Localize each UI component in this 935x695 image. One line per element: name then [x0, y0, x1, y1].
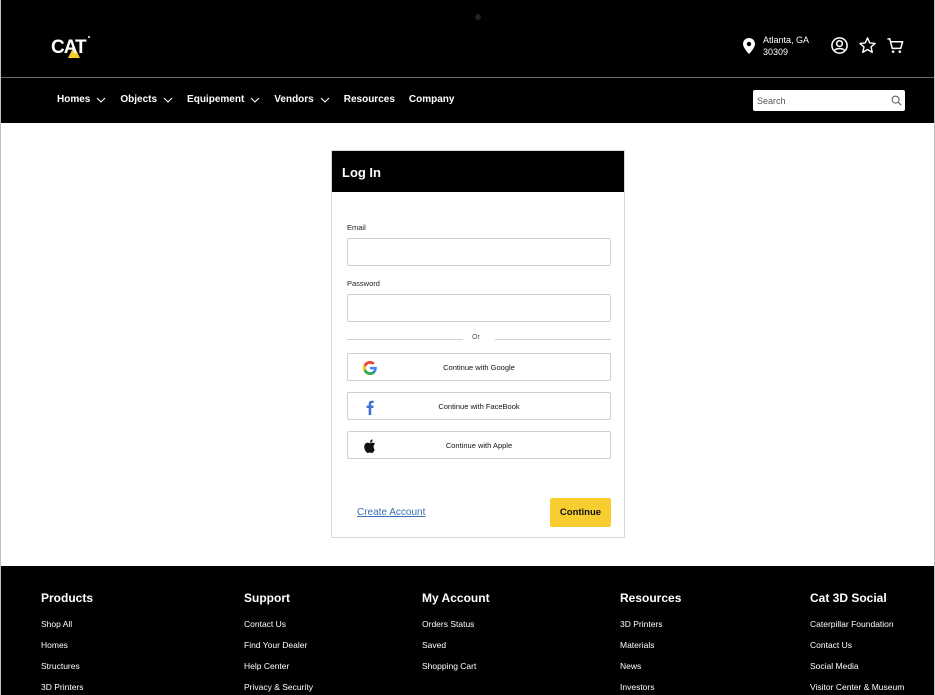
footer-link[interactable]: News [620, 661, 681, 671]
search-box [753, 90, 905, 111]
location-text: Atlanta, GA 30309 [763, 34, 809, 58]
footer-column-title: Support [244, 591, 290, 605]
nav-item-objects[interactable]: Objects [120, 94, 173, 105]
footer-link[interactable]: Homes [41, 640, 93, 650]
facebook-icon [366, 400, 374, 415]
divider-line [495, 339, 611, 340]
page-frame: CAT Atlanta, GA 30309 Homes Objects Equi… [0, 0, 935, 695]
footer-column-title: Resources [620, 591, 682, 605]
or-divider: Or [347, 334, 611, 344]
google-button-label: Continue with Google [443, 362, 515, 372]
location-selector[interactable]: Atlanta, GA 30309 [743, 34, 809, 58]
footer-column-support: Support Contact Us Find Your Dealer Help… [244, 591, 313, 695]
logo-text: CAT [51, 37, 87, 58]
footer-column-my-account: My Account Orders Status Saved Shopping … [422, 591, 490, 682]
footer-link[interactable]: Find Your Dealer [244, 640, 313, 650]
continue-with-apple-button[interactable]: Continue with Apple [347, 431, 611, 459]
nav-item-homes[interactable]: Homes [57, 94, 106, 105]
footer-link[interactable]: Orders Status [422, 619, 490, 629]
footer-column-title: My Account [422, 591, 490, 605]
nav-label: Homes [57, 94, 91, 105]
nav-label: Company [408, 94, 455, 105]
chevron-down-icon [250, 97, 260, 103]
location-pin-icon [743, 38, 755, 54]
search-input[interactable] [757, 91, 885, 110]
footer-link[interactable]: Shopping Cart [422, 661, 490, 671]
header-icons [830, 36, 905, 55]
chevron-down-icon [163, 97, 173, 103]
password-label: Password [347, 279, 380, 288]
cat-logo[interactable]: CAT [51, 34, 91, 58]
top-header: CAT Atlanta, GA 30309 [1, 0, 934, 77]
chevron-down-icon [320, 97, 330, 103]
nav-item-equipement[interactable]: Equipement [187, 94, 260, 105]
nav-items: Homes Objects Equipement Vendors Resourc… [57, 94, 468, 105]
nav-item-vendors[interactable]: Vendors [274, 94, 330, 105]
footer-link[interactable]: 3D Printers [620, 619, 681, 629]
create-account-link[interactable]: Create Account [357, 507, 425, 518]
cart-icon[interactable] [886, 36, 905, 55]
login-title: Log In [332, 151, 624, 192]
footer-link[interactable]: Social Media [810, 661, 904, 671]
cat-logo-icon: CAT [51, 36, 90, 58]
nav-item-company[interactable]: Company [409, 94, 455, 105]
footer-link[interactable]: Contact Us [244, 619, 313, 629]
nav-item-resources[interactable]: Resources [344, 94, 395, 105]
footer-link[interactable]: 3D Printers [41, 682, 93, 692]
chevron-down-icon [96, 97, 106, 103]
facebook-button-label: Continue with FaceBook [438, 401, 520, 411]
footer-column-resources: Resources 3D Printers Materials News Inv… [620, 591, 681, 695]
footer-link[interactable]: Help Center [244, 661, 313, 671]
nav-label: Vendors [274, 94, 314, 105]
apple-icon [364, 439, 376, 453]
footer-link[interactable]: Caterpillar Foundation [810, 619, 904, 629]
continue-with-facebook-button[interactable]: Continue with FaceBook [347, 392, 611, 420]
footer-column-products: Products Shop All Homes Structures 3D Pr… [41, 591, 93, 695]
footer-column-title: Products [41, 591, 94, 605]
nav-label: Resources [343, 94, 395, 105]
camera-dot [475, 14, 481, 20]
nav-label: Equipement [187, 94, 245, 105]
favorites-star-icon[interactable] [858, 36, 877, 55]
continue-button[interactable]: Continue [550, 498, 611, 527]
location-zip: 30309 [763, 47, 789, 57]
account-icon[interactable] [830, 36, 849, 55]
footer-link[interactable]: Shop All [41, 619, 93, 629]
divider-line [347, 339, 463, 340]
footer-link[interactable]: Materials [620, 640, 681, 650]
email-field[interactable] [347, 238, 611, 266]
footer-link[interactable]: Investors [620, 682, 681, 692]
nav-label: Objects [120, 94, 158, 105]
google-icon [363, 361, 377, 375]
continue-with-google-button[interactable]: Continue with Google [347, 353, 611, 381]
location-city: Atlanta, GA [763, 35, 810, 45]
or-label: Or [472, 334, 480, 341]
footer: Products Shop All Homes Structures 3D Pr… [1, 566, 934, 695]
footer-column-cat-3d-social: Cat 3D Social Caterpillar Foundation Con… [810, 591, 904, 695]
password-field[interactable] [347, 294, 611, 322]
footer-link[interactable]: Visitor Center & Museum [810, 682, 904, 692]
footer-link[interactable]: Saved [422, 640, 490, 650]
search-icon[interactable] [891, 95, 902, 106]
footer-link[interactable]: Contact Us [810, 640, 904, 650]
apple-button-label: Continue with Apple [445, 440, 513, 450]
footer-link[interactable]: Privacy & Security [244, 682, 313, 692]
footer-column-title: Cat 3D Social [810, 591, 887, 605]
footer-link[interactable]: Structures [41, 661, 93, 671]
login-card: Log In Email Password Or Continue with G… [331, 150, 625, 538]
email-label: Email [347, 223, 366, 232]
